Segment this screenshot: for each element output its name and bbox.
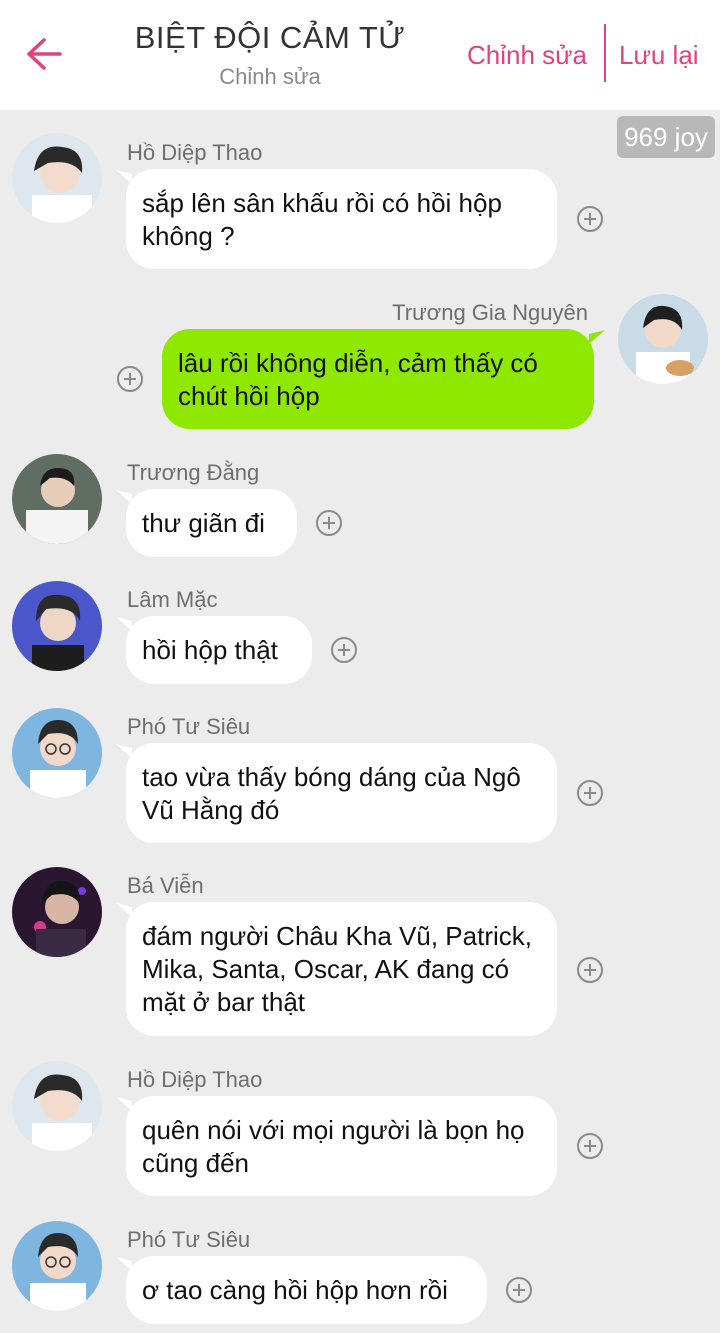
sender-name: Trương Gia Nguyên <box>392 300 588 325</box>
save-button[interactable]: Lưu lại <box>619 40 699 71</box>
plus-circle-icon[interactable] <box>331 637 357 663</box>
edit-button[interactable]: Chỉnh sửa <box>467 40 587 71</box>
message-bubble: tao vừa thấy bóng dáng của Ngô Vũ Hằng đ… <box>126 743 557 843</box>
message-bubble: quên nói với mọi người là bọn họ cũng đế… <box>126 1096 557 1196</box>
avatar[interactable] <box>12 1221 102 1311</box>
watermark: 969 joy <box>617 116 715 158</box>
plus-circle-icon[interactable] <box>577 957 603 983</box>
plus-circle-icon[interactable] <box>316 510 342 536</box>
message-bubble: thư giãn đi <box>126 489 297 557</box>
sender-name: Hồ Diệp Thao <box>127 140 263 165</box>
avatar[interactable] <box>618 294 708 384</box>
message-bubble: đám người Châu Kha Vũ, Patrick, Mika, Sa… <box>126 902 557 1036</box>
chat-title: BIỆT ĐỘI CẢM TỬ <box>134 20 406 55</box>
header-bar: BIỆT ĐỘI CẢM TỬ Chỉnh sửa Chỉnh sửa Lưu … <box>0 0 720 110</box>
avatar[interactable] <box>12 454 102 544</box>
message-bubble: lâu rồi không diễn, cảm thấy có chút hồi… <box>162 329 594 429</box>
avatar[interactable] <box>12 581 102 671</box>
message-bubble: hồi hộp thật <box>126 616 312 684</box>
avatar[interactable] <box>12 1061 102 1151</box>
sender-name: Phó Tư Siêu <box>127 1227 251 1252</box>
plus-circle-icon[interactable] <box>577 1133 603 1159</box>
chat-subtitle: Chỉnh sửa <box>219 64 321 89</box>
avatar[interactable] <box>12 708 102 798</box>
sender-name: Lâm Mặc <box>127 587 218 612</box>
bubble-tail <box>589 330 605 344</box>
plus-circle-icon[interactable] <box>506 1277 532 1303</box>
plus-circle-icon[interactable] <box>577 206 603 232</box>
header-divider <box>604 24 606 82</box>
plus-circle-icon[interactable] <box>117 366 143 392</box>
avatar[interactable] <box>12 867 102 957</box>
sender-name: Phó Tư Siêu <box>127 714 251 739</box>
message-bubble: sắp lên sân khấu rồi có hồi hộp không ? <box>126 169 557 269</box>
sender-name: Trương Đằng <box>127 460 260 485</box>
sender-name: Hồ Diệp Thao <box>127 1067 263 1092</box>
message-bubble: ơ tao càng hồi hộp hơn rồi <box>126 1256 487 1324</box>
sender-name: Bá Viễn <box>127 873 204 898</box>
plus-circle-icon[interactable] <box>577 780 603 806</box>
avatar[interactable] <box>12 133 102 223</box>
